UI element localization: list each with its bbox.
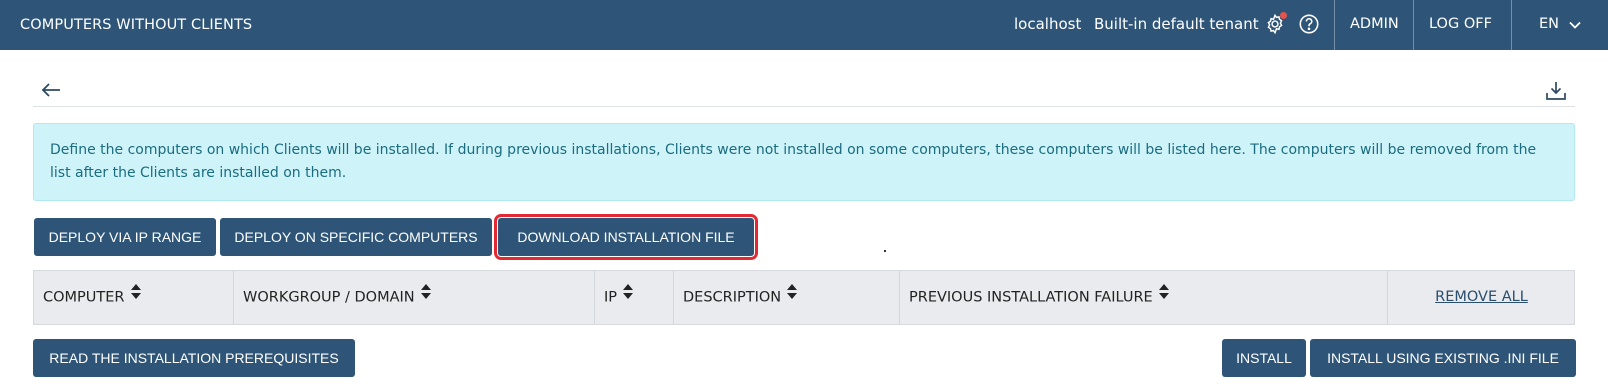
remove-all-cell: REMOVE ALL [1388,271,1575,324]
download-installation-file-button[interactable]: DOWNLOAD INSTALLATION FILE [494,214,758,260]
column-header-ip[interactable]: IP [595,271,674,324]
deploy-specific-computers-button[interactable]: DEPLOY ON SPECIFIC COMPUTERS [220,218,492,256]
column-header-label: PREVIOUS INSTALLATION FAILURE [909,289,1153,306]
column-header-workgroup-domain[interactable]: WORKGROUP / DOMAIN [234,271,595,324]
tenant-selector[interactable]: Built-in default tenant [1094,0,1259,48]
install-button[interactable]: INSTALL [1222,339,1306,377]
divider [1413,0,1414,50]
column-header-label: IP [604,289,618,306]
divider [1511,0,1512,50]
page-title: COMPUTERS WITHOUT CLIENTS [20,17,253,33]
notification-dot [1280,12,1287,19]
toolbar-divider [33,106,1575,107]
gear-icon[interactable] [1264,12,1287,35]
top-bar: COMPUTERS WITHOUT CLIENTS localhost Buil… [0,0,1608,50]
sort-icon[interactable] [420,269,431,322]
column-header-previous-installation-failure[interactable]: PREVIOUS INSTALLATION FAILURE [900,271,1388,324]
info-message: Define the computers on which Clients wi… [33,123,1575,201]
computers-table-header: COMPUTER WORKGROUP / DOMAIN IP DESCRIPTI… [33,270,1575,325]
logoff-link[interactable]: LOG OFF [1429,0,1492,48]
admin-link[interactable]: ADMIN [1350,0,1399,48]
back-arrow-icon[interactable] [40,80,62,100]
deploy-ip-range-button[interactable]: DEPLOY VIA IP RANGE [34,218,216,256]
column-header-computer[interactable]: COMPUTER [34,271,234,324]
column-header-label: DESCRIPTION [683,289,782,306]
read-prerequisites-button[interactable]: READ THE INSTALLATION PREREQUISITES [33,339,355,377]
divider [1334,0,1335,50]
column-header-label: WORKGROUP / DOMAIN [243,289,415,306]
language-selector[interactable]: EN [1539,0,1559,48]
install-ini-button[interactable]: INSTALL USING EXISTING .INI FILE [1310,339,1576,377]
column-header-description[interactable]: DESCRIPTION [674,271,900,324]
sort-icon[interactable] [1158,269,1169,322]
chevron-down-icon[interactable] [1568,17,1582,31]
remove-all-link[interactable]: REMOVE ALL [1435,289,1528,305]
stray-dot [884,250,886,252]
sort-icon[interactable] [787,269,798,322]
sort-icon[interactable] [623,269,634,322]
download-icon[interactable] [1544,79,1568,103]
host-label: localhost [1014,15,1082,33]
column-header-label: COMPUTER [43,289,125,306]
help-icon[interactable] [1298,13,1320,35]
sort-icon[interactable] [130,269,141,322]
